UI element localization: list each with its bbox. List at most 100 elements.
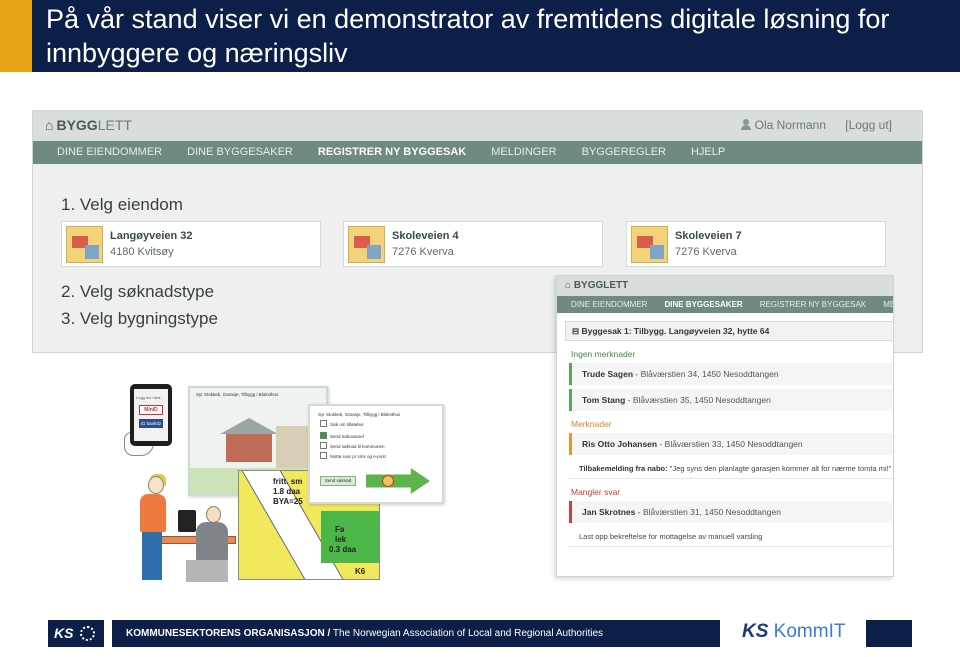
map-label: fritt. sm	[273, 477, 303, 486]
property-card[interactable]: Skoleveien 4 7276 Kverva	[343, 221, 603, 267]
neighbor-address: - Blåværstien 34, 1450 Nesoddtangen	[633, 369, 779, 379]
checkbox-send-soknad: Send søknad til kommunen	[320, 442, 385, 449]
nav-hjelp[interactable]: HJELP	[691, 141, 725, 164]
tablet-illustration: Logg inn med: MinID iD bankID	[130, 384, 172, 446]
map-label: lek	[335, 535, 347, 544]
neighbor-name: Trude Sagen	[582, 369, 634, 379]
home-icon: ⌂	[45, 117, 54, 133]
slide-footer: KS KOMMUNESEKTORENS ORGANISASJON / The N…	[48, 620, 912, 647]
neighbor-feedback: Tilbakemelding fra nabo: "Jeg syns den p…	[569, 459, 893, 479]
nav-dine-eiendommer[interactable]: DINE EIENDOMMER	[57, 141, 162, 164]
property-address: 7276 Kverva	[392, 246, 454, 258]
kommit-text: KommIT	[768, 621, 846, 642]
small-tablet-illustration	[178, 510, 196, 532]
app-topbar: ⌂ BYGGLETT Ola Normann [Logg ut]	[33, 111, 922, 141]
section-mangler-svar: Mangler svar	[571, 487, 621, 497]
logout-link[interactable]: [Logg ut]	[845, 118, 892, 132]
nav-byggeregler[interactable]: BYGGEREGLER	[582, 141, 666, 164]
property-map-thumbnail	[631, 226, 668, 263]
green-arrow-icon	[366, 468, 430, 494]
slide-header: På vår stand viser vi en demonstrator av…	[0, 0, 960, 72]
app-nav: DINE EIENDOMMER DINE BYGGESAKER REGISTRE…	[33, 141, 922, 164]
brand-bold: BYGG	[56, 117, 98, 133]
property-card[interactable]: Skoleveien 7 7276 Kverva	[626, 221, 886, 267]
property-name: Skoleveien 7	[675, 230, 742, 242]
neighbor-name: Tom Stang	[582, 395, 626, 405]
user-icon	[740, 119, 751, 130]
upload-confirmation-link[interactable]: Last opp bekreftelse for mottagelse av m…	[569, 527, 893, 547]
ks-logo-text: KS	[54, 625, 74, 641]
app2-logo[interactable]: ⌂ BYGGLETT	[565, 280, 628, 291]
ks-emblem-icon	[80, 626, 95, 641]
property-address: 4180 Kvitsøy	[110, 246, 174, 258]
woman-illustration	[132, 474, 172, 582]
header-accent-bar	[0, 0, 32, 72]
send-soknad-button: Send søknad	[320, 476, 356, 486]
feedback-text: "Jeg syns den planlagte garasjen kommer …	[667, 464, 892, 473]
home-icon: ⌂	[565, 280, 574, 291]
nav-dine-byggesaker[interactable]: DINE BYGGESAKER	[187, 141, 293, 164]
kommit-ks: KS	[742, 621, 769, 642]
screen2-subtitle-text: Søk om tillatelse:	[330, 422, 365, 427]
brand-light: LETT	[97, 117, 132, 133]
screen2-subtitle: Søk om tillatelse:	[320, 420, 364, 427]
step-velg-soknadstype[interactable]: 2. Velg søknadstype	[61, 282, 214, 302]
section-merknader: Merknader	[571, 419, 612, 429]
app2-brand: BYGGLETT	[573, 280, 629, 291]
bankid-button: iD bankID	[139, 419, 163, 428]
map-label: 1.8 daa	[273, 487, 301, 496]
neighbor-address: - Blåværstien 31, 1450 Nesoddtangen	[635, 507, 781, 517]
kommit-logo: KS KommIT	[742, 621, 845, 643]
neighbor-row[interactable]: Trude Sagen - Blåværstien 34, 1450 Nesod…	[569, 363, 893, 385]
app2-topbar: ⌂ BYGGLETT	[557, 276, 893, 296]
neighbor-row[interactable]: Jan Skrotnes - Blåværstien 31, 1450 Neso…	[569, 501, 893, 523]
legs	[186, 560, 228, 582]
neighbor-row[interactable]: Tom Stang - Blåværstien 35, 1450 Nesoddt…	[569, 389, 893, 411]
org-name: KOMMUNESEKTORENS ORGANISASJON /	[126, 628, 331, 639]
screen1-header: Syr Stokkeb, Garasje, Tilbygg i Bloksthu…	[196, 392, 279, 397]
nav-registrer-ny-byggesak[interactable]: REGISTRER NY BYGGESAK	[318, 141, 466, 164]
user-menu[interactable]: Ola Normann	[740, 118, 826, 132]
property-name: Langøyveien 32	[110, 230, 193, 242]
screen2-header: Syr Stokkeb, Garasje, Tilbygg i Bloksthu…	[318, 412, 401, 417]
tablet-login-screen: Logg inn med: MinID iD bankID	[134, 389, 168, 441]
organisation-bar: KOMMUNESEKTORENS ORGANISASJON / The Norw…	[112, 620, 720, 647]
garage-illustration	[226, 434, 272, 462]
org-name-english: The Norwegian Association of Local and R…	[330, 628, 604, 639]
property-card[interactable]: Langøyveien 32 4180 Kvitsøy	[61, 221, 321, 267]
body	[196, 522, 228, 562]
app2-nav: DINE EIENDOMMER DINE BYGGESAKER REGISTRE…	[557, 296, 893, 313]
map-green-area	[321, 511, 379, 563]
neighbor-row[interactable]: Ris Otto Johansen - Blåværstien 33, 1450…	[569, 433, 893, 455]
garage-roof	[220, 418, 278, 434]
section-ingen-merknader: Ingen merknader	[571, 349, 636, 359]
checkbox-motta-svar: Motta svar pr sms og e-post	[320, 452, 386, 459]
nav-meldinger[interactable]: MELDINGER	[491, 141, 556, 164]
nav2-dine-byggesaker[interactable]: DINE BYGGESAKER	[664, 296, 742, 313]
nav2-meldinger[interactable]: MELDINGER	[883, 296, 893, 313]
footer-end-block	[866, 620, 912, 647]
legs	[142, 532, 162, 580]
tablet-login-text: Logg inn med:	[136, 395, 162, 400]
checkbox-send-nabovarsel: Send nabovarsel	[320, 432, 364, 439]
head	[206, 506, 221, 523]
nav2-dine-eiendommer[interactable]: DINE EIENDOMMER	[571, 296, 647, 313]
body	[140, 494, 166, 532]
step-velg-eiendom: 1. Velg eiendom	[61, 195, 183, 214]
target-icon	[382, 475, 394, 487]
minid-button: MinID	[139, 405, 163, 415]
step-velg-bygningstype[interactable]: 3. Velg bygningstype	[61, 309, 218, 329]
case-title-text: Byggesak 1: Tilbygg. Langøyveien 32, hyt…	[581, 326, 770, 336]
case-title[interactable]: ⊟ Byggesak 1: Tilbygg. Langøyveien 32, h…	[565, 321, 893, 341]
ks-logo: KS	[48, 620, 104, 647]
slide-title: På vår stand viser vi en demonstrator av…	[46, 4, 890, 68]
property-address: 7276 Kverva	[675, 246, 737, 258]
map-label: Fa	[335, 525, 345, 534]
nav2-registrer-ny-byggesak[interactable]: REGISTRER NY BYGGESAK	[760, 296, 867, 313]
app-logo[interactable]: ⌂ BYGGLETT	[45, 117, 132, 133]
neighbor-name: Jan Skrotnes	[582, 507, 636, 517]
property-map-thumbnail	[348, 226, 385, 263]
property-name: Skoleveien 4	[392, 230, 459, 242]
neighbor-address: - Blåværstien 33, 1450 Nesoddtangen	[657, 439, 803, 449]
neighbor-name: Ris Otto Johansen	[582, 439, 658, 449]
